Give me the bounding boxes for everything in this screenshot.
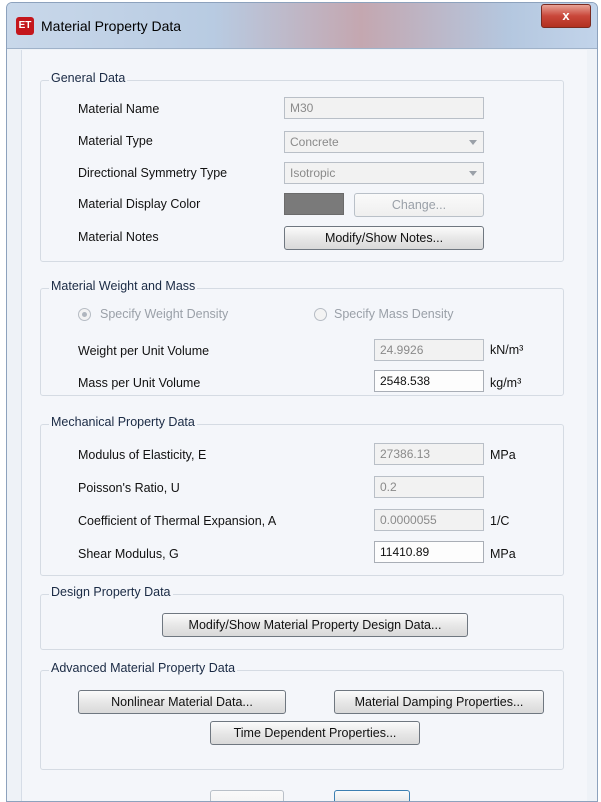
dialog-body: General Data Material Name M30 Material … [21,50,587,801]
specify-weight-label: Specify Weight Density [100,307,229,321]
radio-selected-dot [82,312,87,317]
thermal-expansion-label: Coefficient of Thermal Expansion, A [78,514,277,528]
ok-button[interactable] [210,790,284,801]
symmetry-type-label: Directional Symmetry Type [78,166,228,180]
mass-per-volume-field[interactable]: 2548.538 [374,370,484,392]
thermal-expansion-unit: 1/C [490,514,510,528]
material-type-value: Concrete [290,135,339,149]
dialog-title: Material Property Data [41,18,182,34]
cancel-button[interactable] [334,790,410,801]
material-type-label: Material Type [78,134,153,148]
material-notes-label: Material Notes [78,230,159,244]
poisson-ratio-label: Poisson's Ratio, U [78,481,180,495]
weight-per-volume-label: Weight per Unit Volume [78,344,210,358]
etabs-app-icon: ET [16,17,34,35]
title-bar[interactable]: ET Material Property Data x [7,3,597,49]
specify-mass-label: Specify Mass Density [334,307,454,321]
display-color-label: Material Display Color [78,197,201,211]
shear-modulus-label: Shear Modulus, G [78,547,179,561]
elasticity-label: Modulus of Elasticity, E [78,448,207,462]
modify-notes-button[interactable]: Modify/Show Notes... [284,226,484,250]
symmetry-type-value: Isotropic [290,166,336,180]
weight-unit: kN/m³ [490,343,524,357]
specify-weight-radio[interactable] [78,308,91,321]
display-color-swatch [284,193,344,215]
shear-modulus-field[interactable]: 11410.89 [374,541,484,563]
change-color-button[interactable]: Change... [354,193,484,217]
material-type-dropdown[interactable]: Concrete [284,131,484,153]
material-name-label: Material Name [78,102,160,116]
nonlinear-material-button[interactable]: Nonlinear Material Data... [78,690,286,714]
design-property-legend: Design Property Data [49,585,173,599]
symmetry-type-dropdown[interactable]: Isotropic [284,162,484,184]
material-damping-button[interactable]: Material Damping Properties... [334,690,544,714]
shear-modulus-unit: MPa [490,547,516,561]
weight-per-volume-field[interactable]: 24.9926 [374,339,484,361]
elasticity-unit: MPa [490,448,516,462]
material-property-dialog: ET Material Property Data x General Data… [6,2,598,802]
weight-mass-legend: Material Weight and Mass [49,279,198,293]
mechanical-property-legend: Mechanical Property Data [49,415,197,429]
poisson-ratio-field[interactable]: 0.2 [374,476,484,498]
time-dependent-button[interactable]: Time Dependent Properties... [210,721,420,745]
thermal-expansion-field[interactable]: 0.0000055 [374,509,484,531]
close-button[interactable]: x [541,4,591,28]
advanced-property-legend: Advanced Material Property Data [49,661,238,675]
modify-design-data-button[interactable]: Modify/Show Material Property Design Dat… [162,613,468,637]
specify-mass-radio[interactable] [314,308,327,321]
mass-per-volume-label: Mass per Unit Volume [78,376,201,390]
chevron-down-icon [469,171,477,176]
general-data-legend: General Data [49,71,128,85]
elasticity-field[interactable]: 27386.13 [374,443,484,465]
chevron-down-icon [469,140,477,145]
advanced-property-group: Advanced Material Property Data [40,661,564,770]
mass-unit: kg/m³ [490,376,522,390]
material-name-field[interactable]: M30 [284,97,484,119]
